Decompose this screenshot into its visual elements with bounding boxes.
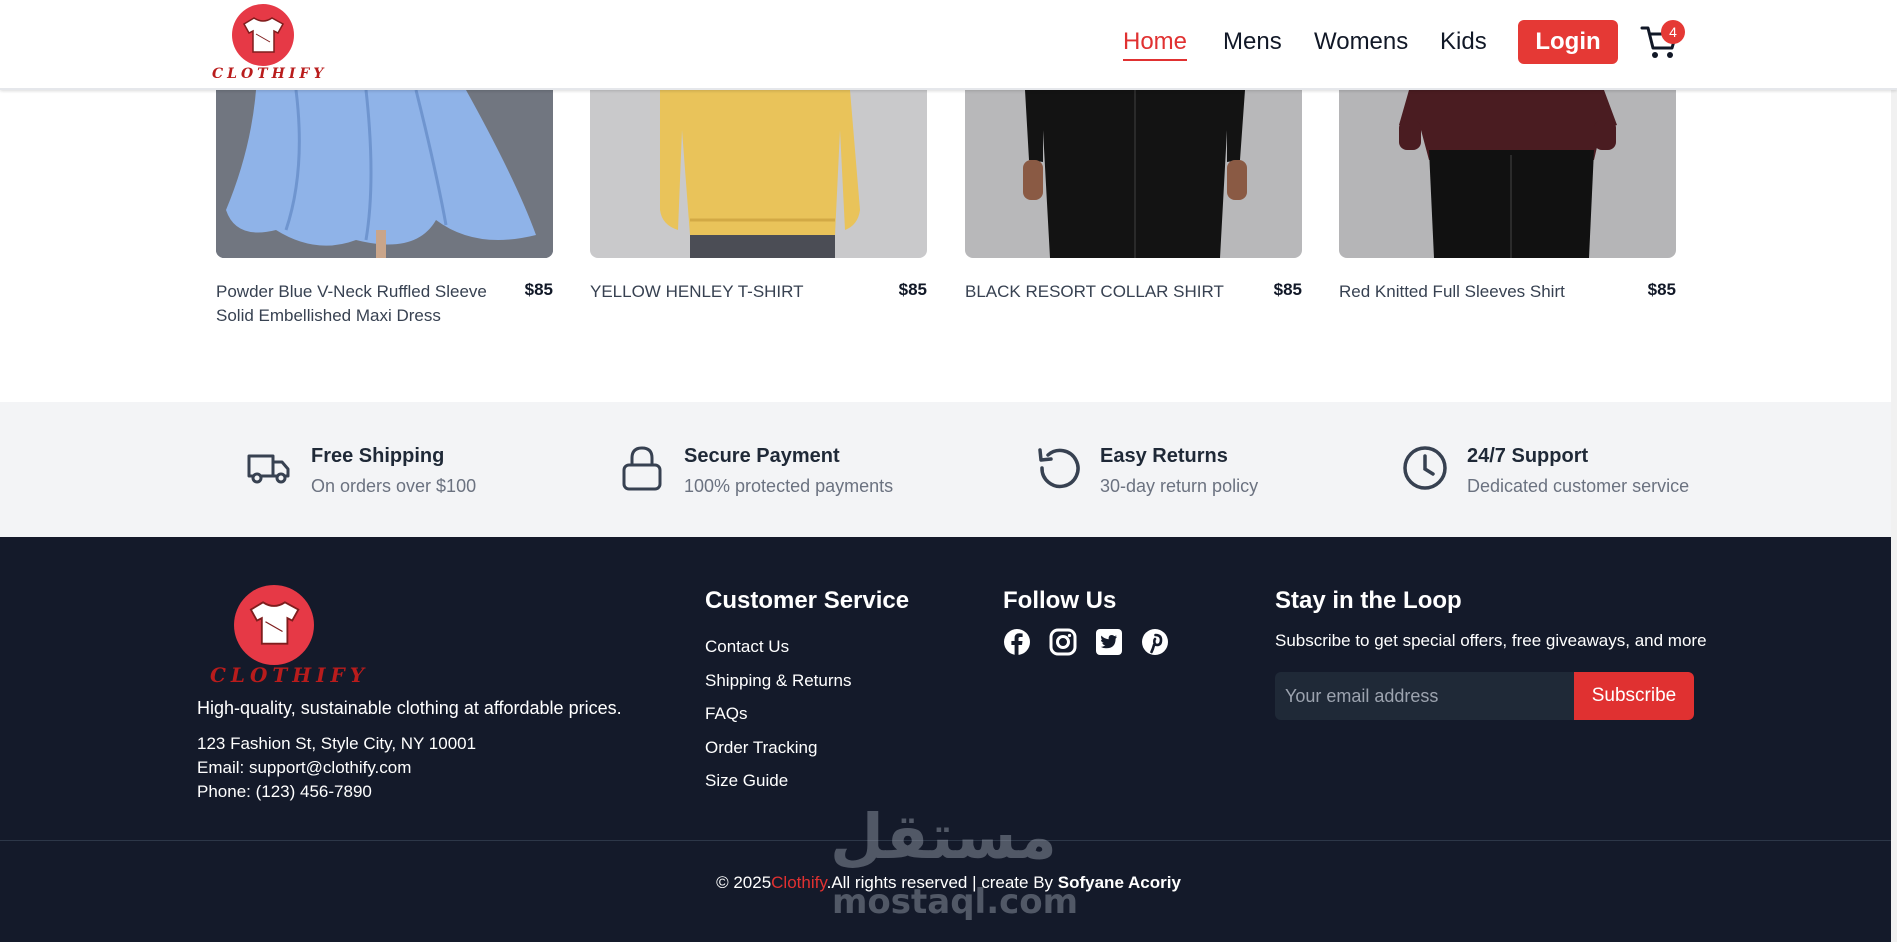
nav-home[interactable]: Home — [1123, 28, 1188, 61]
customer-service-links: Contact Us Shipping & Returns FAQs Order… — [705, 630, 851, 798]
product-price: $85 — [1647, 280, 1676, 299]
product-image[interactable] — [590, 90, 927, 258]
truck-icon — [247, 454, 290, 484]
newsletter-email-input[interactable] — [1275, 672, 1574, 720]
rotate-icon — [1038, 448, 1080, 489]
site-header: CLOTHIFY Home Mens Womens Kids Login 4 — [0, 0, 1897, 90]
footer-address: 123 Fashion St, Style City, NY 10001 — [197, 734, 477, 753]
product-price: $85 — [898, 280, 927, 299]
logo-wordmark: CLOTHIFY — [212, 66, 328, 82]
twitter-icon[interactable] — [1095, 628, 1123, 656]
footer-phone: Phone: (123) 456-7890 — [197, 782, 372, 801]
footer-link-faqs[interactable]: FAQs — [705, 697, 851, 731]
product-name[interactable]: BLACK RESORT COLLAR SHIRT — [965, 280, 1275, 304]
newsletter-subtitle: Subscribe to get special offers, free gi… — [1275, 631, 1707, 650]
product-card[interactable]: Powder Blue V-Neck Ruffled Sleeve Solid … — [216, 90, 553, 325]
product-image[interactable] — [965, 90, 1302, 258]
product-name[interactable]: Red Knitted Full Sleeves Shirt — [1339, 280, 1649, 304]
newsletter-heading: Stay in the Loop — [1275, 587, 1462, 614]
feature-title: Easy Returns — [1100, 445, 1228, 467]
logo-wordmark: CLOTHIFY — [210, 663, 370, 687]
nav-womens[interactable]: Womens — [1314, 28, 1408, 56]
footer-link-size-guide[interactable]: Size Guide — [705, 764, 851, 798]
facebook-icon[interactable] — [1003, 628, 1031, 656]
clock-icon — [1403, 446, 1447, 490]
instagram-icon[interactable] — [1049, 628, 1077, 656]
feature-subtitle: Dedicated customer service — [1467, 476, 1690, 496]
product-name[interactable]: Powder Blue V-Neck Ruffled Sleeve Solid … — [216, 280, 526, 328]
product-price: $85 — [1273, 280, 1302, 299]
footer-tagline: High-quality, sustainable clothing at af… — [197, 698, 622, 718]
feature-title: Secure Payment — [684, 445, 840, 467]
product-name[interactable]: YELLOW HENLEY T-SHIRT — [590, 280, 900, 304]
subscribe-button[interactable]: Subscribe — [1574, 672, 1694, 720]
tshirt-icon — [249, 601, 300, 645]
features-bar: Free Shipping On orders over $100 Secure… — [0, 402, 1897, 537]
cart-count-badge: 4 — [1661, 20, 1685, 44]
feature-title: 24/7 Support — [1467, 445, 1589, 467]
feature-subtitle: 30-day return policy — [1100, 476, 1259, 496]
product-card[interactable]: YELLOW HENLEY T-SHIRT $85 — [590, 90, 927, 301]
nav-kids[interactable]: Kids — [1440, 28, 1487, 56]
product-price: $85 — [524, 280, 553, 299]
product-card[interactable]: Red Knitted Full Sleeves Shirt $85 — [1339, 90, 1676, 301]
pinterest-icon[interactable] — [1141, 628, 1169, 656]
product-card[interactable]: BLACK RESORT COLLAR SHIRT $85 — [965, 90, 1302, 301]
copyright-prefix: © 2025 — [716, 873, 772, 892]
product-image[interactable] — [1339, 90, 1676, 258]
login-button[interactable]: Login — [1518, 20, 1618, 64]
product-image[interactable] — [216, 90, 553, 258]
footer-contact: 123 Fashion St, Style City, NY 10001 Ema… — [197, 732, 476, 804]
footer-link-shipping[interactable]: Shipping & Returns — [705, 664, 851, 698]
nav-mens[interactable]: Mens — [1223, 28, 1282, 56]
footer-link-contact[interactable]: Contact Us — [705, 630, 851, 664]
copyright-brand: Clothify — [771, 873, 827, 892]
footer-logo[interactable]: CLOTHIFY — [210, 585, 364, 687]
lock-icon — [622, 446, 662, 491]
footer-link-tracking[interactable]: Order Tracking — [705, 731, 851, 765]
feature-subtitle: On orders over $100 — [311, 476, 477, 496]
feature-title: Free Shipping — [311, 445, 445, 467]
feature-subtitle: 100% protected payments — [684, 476, 894, 496]
footer-email[interactable]: Email: support@clothify.com — [197, 756, 476, 780]
brand-logo[interactable]: CLOTHIFY — [210, 4, 323, 84]
customer-service-heading: Customer Service — [705, 587, 910, 614]
scrollbar[interactable] — [1891, 0, 1897, 942]
watermark-latin: mostaql.com — [832, 882, 1079, 922]
watermark-arabic: مستقل — [830, 800, 1057, 873]
watermark: مستقل mostaql.com — [830, 800, 1078, 925]
follow-us-heading: Follow Us — [1003, 587, 1117, 614]
tshirt-icon — [242, 17, 285, 53]
